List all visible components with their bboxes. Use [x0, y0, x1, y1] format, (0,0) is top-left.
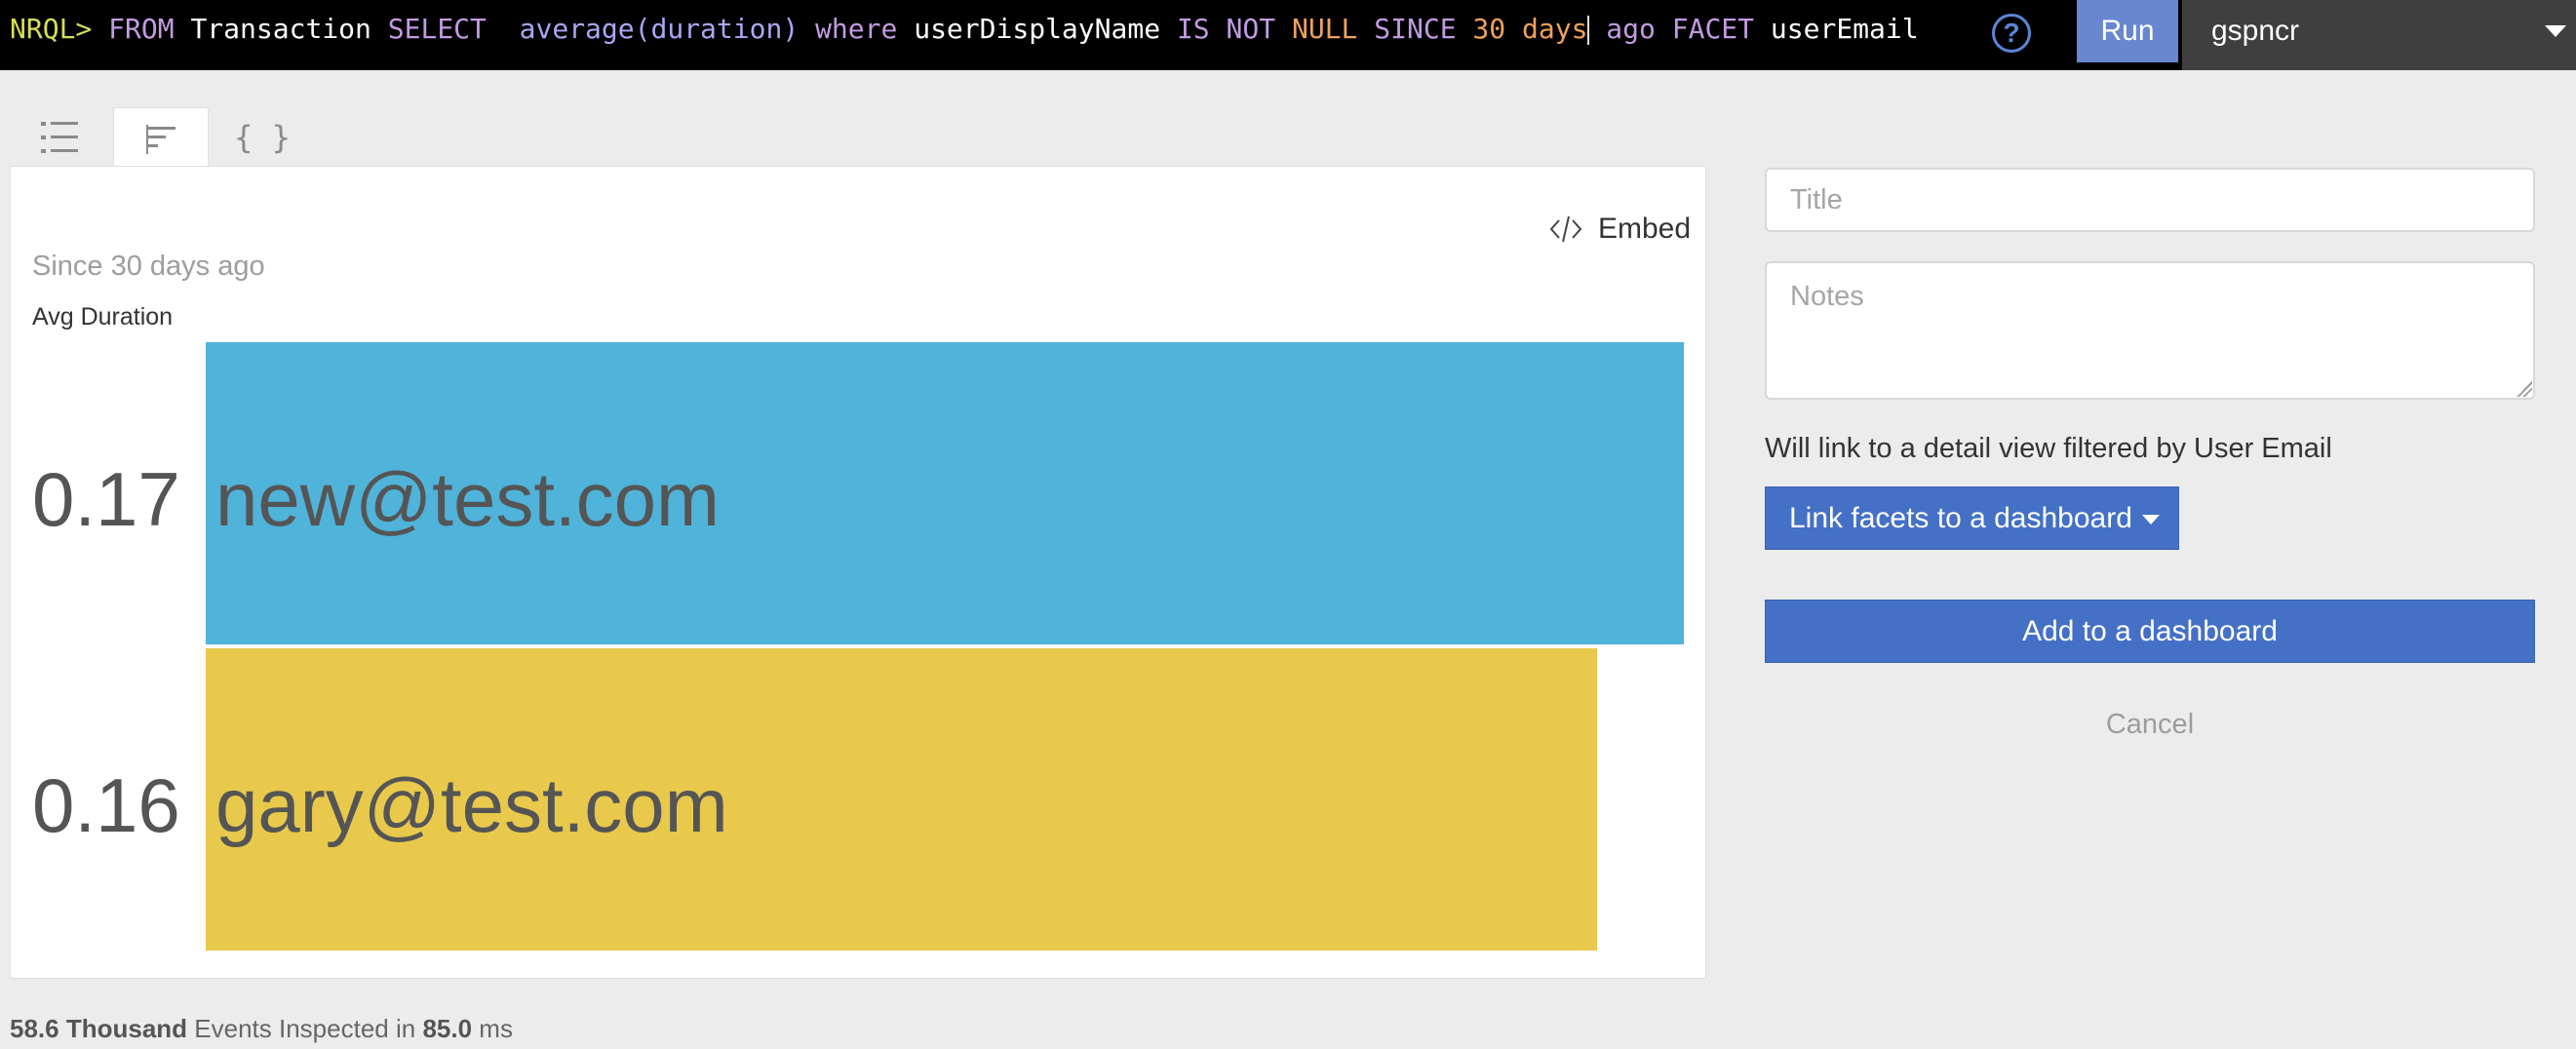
embed-label: Embed [1598, 213, 1692, 245]
link-facets-label: Link facets to a dashboard [1789, 501, 2132, 534]
account-name: gspncr [2211, 15, 2300, 47]
title-input[interactable] [1765, 168, 2535, 232]
link-info-text: Will link to a detail view filtered by U… [1765, 433, 2332, 464]
query-keyword: NULL [1291, 13, 1358, 45]
query-facet-attribute: userEmail [1770, 13, 1919, 45]
resize-handle-icon[interactable] [2517, 381, 2532, 397]
notes-textarea[interactable] [1765, 261, 2535, 400]
time-range-label: Since 30 days ago [32, 251, 265, 282]
events-text: Events Inspected in [194, 1014, 416, 1043]
events-inspected-footer: 58.6 Thousand Events Inspected in 85.0 m… [10, 1014, 513, 1044]
bar-category-label: gary@test.com [215, 762, 728, 848]
query-time-unit: ms [479, 1014, 513, 1043]
bar-category-label: new@test.com [215, 456, 721, 542]
caret-down-icon [2545, 25, 2566, 37]
question-circle-icon[interactable]: ? [1992, 14, 2031, 53]
series-label: Avg Duration [32, 303, 174, 330]
query-bar: NRQL> FROM Transaction SELECT average(du… [0, 0, 2576, 70]
query-function: average(duration) [519, 13, 800, 45]
query-keyword: SELECT [387, 13, 487, 45]
tab-bar-chart[interactable] [113, 107, 209, 170]
link-facets-dropdown-button[interactable]: Link facets to a dashboard [1765, 486, 2179, 550]
query-time: 85.0 [422, 1014, 473, 1043]
query-keyword: ago [1606, 13, 1656, 45]
events-count: 58.6 Thousand [10, 1014, 188, 1043]
code-icon [1549, 215, 1582, 243]
bar-value-label: 0.16 [32, 762, 180, 848]
query-attribute: userDisplayName [914, 13, 1161, 45]
bar-value-label: 0.17 [32, 456, 180, 542]
caret-down-icon [2141, 514, 2160, 524]
query-keyword: NOT [1226, 13, 1276, 45]
bar-chart-icon [146, 124, 176, 154]
chart-panel: Embed Since 30 days ago Avg Duration 0.1… [10, 166, 1706, 979]
query-keyword: IS [1176, 13, 1210, 45]
text-cursor [1587, 16, 1590, 45]
query-keyword: FACET [1671, 13, 1755, 45]
tab-json[interactable]: { } [215, 107, 310, 168]
nrql-prompt: NRQL> [10, 13, 93, 45]
cancel-link[interactable]: Cancel [1765, 709, 2535, 741]
embed-button[interactable]: Embed [1549, 210, 1691, 249]
tab-table-view[interactable] [12, 107, 107, 168]
query-unit: days [1522, 13, 1588, 45]
run-button[interactable]: Run [2077, 0, 2178, 62]
nrql-query-input[interactable]: NRQL> FROM Transaction SELECT average(du… [10, 0, 1919, 58]
account-select[interactable]: gspncr [2182, 0, 2576, 70]
query-event-type: Transaction [190, 13, 371, 45]
query-keyword: where [815, 13, 898, 45]
query-number: 30 [1472, 13, 1506, 45]
list-icon [41, 122, 78, 153]
query-keyword: FROM [108, 13, 175, 45]
query-keyword: SINCE [1374, 13, 1457, 45]
add-to-dashboard-button[interactable]: Add to a dashboard [1765, 600, 2535, 663]
